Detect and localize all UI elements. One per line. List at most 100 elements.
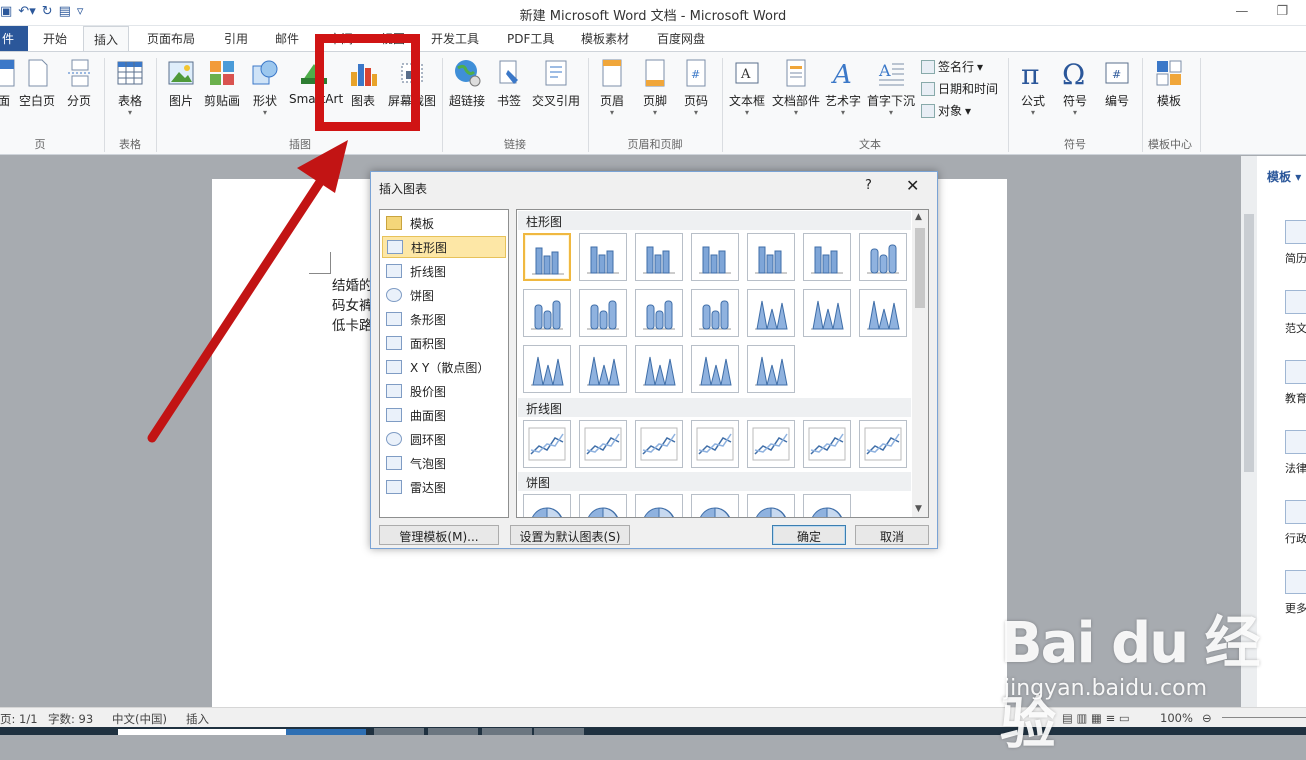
tab-insert[interactable]: 插入 [83,26,130,52]
category-bar[interactable]: 条形图 [382,308,506,330]
tab-page-layout[interactable]: 页面布局 [147,30,195,47]
restore-icon[interactable]: ❐ [1276,4,1288,19]
chart-type-column-1[interactable] [523,233,571,281]
table-button[interactable]: 表格 ▾ [108,56,152,117]
tab-mailings[interactable]: 邮件 [275,30,299,47]
hyperlink-button[interactable]: 超链接 [445,56,489,109]
gallery-scroll-thumb[interactable] [915,228,925,308]
taskbar-item[interactable] [374,728,424,735]
scroll-up-icon[interactable]: ▲ [915,212,922,222]
chart-type-column-9[interactable] [579,289,627,337]
bookmark-button[interactable]: 书签 [487,56,531,109]
chart-type-column-2[interactable] [579,233,627,281]
tab-references[interactable]: 引用 [224,30,248,47]
chart-type-line-5[interactable] [747,420,795,468]
category-surface[interactable]: 曲面图 [382,404,506,426]
shapes-button[interactable]: 形状 ▾ [243,56,287,117]
page-count[interactable]: 页: 1/1 [0,711,38,727]
side-pane-title[interactable]: 模板 ▾ [1267,168,1301,185]
template-button[interactable]: 模板 [1147,56,1191,109]
category-pie[interactable]: 饼图 [382,284,506,306]
chart-type-line-3[interactable] [635,420,683,468]
object-button[interactable]: 对象 ▾ [921,102,971,119]
taskbar-item[interactable] [534,728,584,735]
category-area[interactable]: 面积图 [382,332,506,354]
chart-type-pie-2[interactable] [579,494,627,517]
insert-mode[interactable]: 插入 [186,711,209,727]
chart-type-column-6[interactable] [803,233,851,281]
tab-home[interactable]: 开始 [43,30,67,47]
taskbar-search[interactable] [118,729,286,735]
numbering-button[interactable]: # 编号 [1095,56,1139,109]
chart-type-column-18[interactable] [691,345,739,393]
minimize-icon[interactable]: — [1235,4,1248,19]
category-column[interactable]: 柱形图 [382,236,506,258]
header-button[interactable]: 页眉 ▾ [590,56,634,117]
word-count[interactable]: 字数: 93 [48,711,93,727]
text-box-button[interactable]: A 文本框 ▾ [725,56,769,117]
chart-type-column-8[interactable] [523,289,571,337]
language[interactable]: 中文(中国) [112,711,167,727]
equation-button[interactable]: π 公式 ▾ [1011,56,1055,117]
gallery-scrollbar[interactable]: ▲ ▼ [912,210,928,517]
tab-developer[interactable]: 开发工具 [431,30,479,47]
tab-pdf-tools[interactable]: PDF工具 [507,30,554,47]
chart-type-column-11[interactable] [691,289,739,337]
chart-type-column-5[interactable] [747,233,795,281]
wordart-button[interactable]: A 艺术字 ▾ [821,56,865,117]
chart-type-column-19[interactable] [747,345,795,393]
page-break-button[interactable]: 分页 [57,56,101,109]
help-icon[interactable]: ? [865,178,872,193]
close-icon[interactable]: ✕ [906,176,919,195]
chart-type-column-14[interactable] [859,289,907,337]
chart-type-pie-1[interactable] [523,494,571,517]
manage-templates-button[interactable]: 管理模板(M)... [379,525,499,545]
side-item-education[interactable]: 教育 [1285,360,1306,406]
chart-type-column-3[interactable] [635,233,683,281]
drop-cap-button[interactable]: A 首字下沉 ▾ [865,56,917,117]
side-item-resume[interactable]: 简历 [1285,220,1306,266]
picture-button[interactable]: 图片 [159,56,203,109]
chart-type-pie-5[interactable] [747,494,795,517]
chart-type-line-2[interactable] [579,420,627,468]
taskbar-item[interactable] [482,728,532,735]
taskbar-item[interactable] [428,728,478,735]
ok-button[interactable]: 确定 [772,525,846,545]
chart-type-column-15[interactable] [523,345,571,393]
quick-parts-button[interactable]: 文档部件 ▾ [770,56,822,117]
chart-type-column-7[interactable] [859,233,907,281]
chart-type-column-16[interactable] [579,345,627,393]
chart-type-pie-6[interactable] [803,494,851,517]
clip-art-button[interactable]: 剪贴画 [200,56,244,109]
cancel-button[interactable]: 取消 [855,525,929,545]
signature-line-button[interactable]: 签名行 ▾ [921,58,983,75]
date-time-button[interactable]: 日期和时间 [921,80,998,97]
tab-baidu-netdisk[interactable]: 百度网盘 [657,30,705,47]
chart-type-line-4[interactable] [691,420,739,468]
blank-page-button[interactable]: 空白页 [15,56,59,109]
chart-type-line-6[interactable] [803,420,851,468]
category-stock[interactable]: 股价图 [382,380,506,402]
set-default-chart-button[interactable]: 设置为默认图表(S) [510,525,630,545]
side-item-sample[interactable]: 范文 [1285,290,1306,336]
category-line[interactable]: 折线图 [382,260,506,282]
chart-type-column-10[interactable] [635,289,683,337]
tab-file[interactable]: 件 [0,26,28,51]
tab-templates[interactable]: 模板素材 [581,30,629,47]
page-number-button[interactable]: # 页码 ▾ [674,56,718,117]
category-scatter[interactable]: X Y（散点图） [382,356,506,378]
category-templates[interactable]: 模板 [382,212,506,234]
cross-reference-button[interactable]: 交叉引用 [530,56,582,109]
chart-type-column-4[interactable] [691,233,739,281]
chart-type-column-17[interactable] [635,345,683,393]
footer-button[interactable]: 页脚 ▾ [633,56,677,117]
scroll-down-icon[interactable]: ▼ [915,504,922,514]
side-item-admin[interactable]: 行政 [1285,500,1306,546]
chart-type-column-12[interactable] [747,289,795,337]
category-bubble[interactable]: 气泡图 [382,452,506,474]
chart-type-column-13[interactable] [803,289,851,337]
scrollbar-thumb[interactable] [1244,214,1254,472]
symbol-button[interactable]: Ω 符号 ▾ [1053,56,1097,117]
document-text[interactable]: 结婚的 码女裤 低卡路 [332,276,373,336]
chart-type-line-7[interactable] [859,420,907,468]
